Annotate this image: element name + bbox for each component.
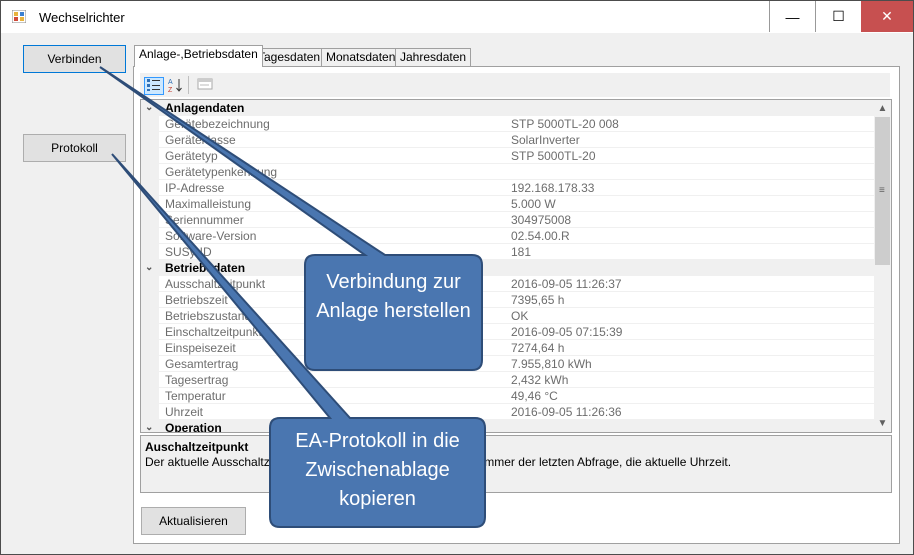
property-row[interactable]: Gerätetyp STP 5000TL-20 <box>141 148 875 164</box>
property-name: Geräteklasse <box>159 132 507 147</box>
property-value[interactable]: OK <box>507 308 875 323</box>
property-value[interactable]: STP 5000TL-20 <box>507 148 875 163</box>
collapse-chevron-icon[interactable]: ⌄ <box>145 260 153 276</box>
category-row-operation[interactable]: ⌄ Operation <box>141 420 874 432</box>
property-name: Betriebszustand <box>159 308 507 323</box>
property-value[interactable]: 2016-09-05 07:15:39 <box>507 324 875 339</box>
toolbar-separator <box>188 76 189 94</box>
help-title: Auschaltzeitpunkt <box>145 440 249 454</box>
property-row[interactable]: Geräteklasse SolarInverter <box>141 132 875 148</box>
client-area: Verbinden Protokoll Anlage-,Betriebsdate… <box>9 33 905 546</box>
property-name: Temperatur <box>159 388 507 403</box>
property-name: Uhrzeit <box>159 404 507 419</box>
property-name: Seriennummer <box>159 212 507 227</box>
property-name: Einschaltzeitpunkt <box>159 324 507 339</box>
tab-panel: AZ ⌄ Anlagendaten Gerätebezeichnung STP 50… <box>133 66 900 544</box>
property-value[interactable]: 2016-09-05 11:26:37 <box>507 276 875 291</box>
property-row[interactable]: Software-Version 02.54.00.R <box>141 228 875 244</box>
property-row[interactable]: Ausschaltzeitpunkt 2016-09-05 11:26:37 <box>141 276 875 292</box>
property-row[interactable]: Einspeisezeit 7274,64 h <box>141 340 875 356</box>
property-name: Maximalleistung <box>159 196 507 211</box>
property-name: Betriebszeit <box>159 292 507 307</box>
collapse-chevron-icon[interactable]: ⌄ <box>145 420 153 432</box>
scroll-thumb[interactable]: ≡ <box>875 117 890 265</box>
categorized-view-icon[interactable] <box>144 77 164 95</box>
app-icon <box>11 9 27 24</box>
vertical-scrollbar[interactable]: ▲ ≡ ▼ <box>874 100 891 432</box>
tab-anlage-betriebsdaten[interactable]: Anlage-,Betriebsdaten <box>134 45 263 67</box>
scroll-up-icon[interactable]: ▲ <box>874 100 891 117</box>
property-name: Tagesertrag <box>159 372 507 387</box>
property-value[interactable]: 192.168.178.33 <box>507 180 875 195</box>
property-grid-toolbar: AZ <box>140 73 890 97</box>
property-row[interactable]: Betriebszeit 7395,65 h <box>141 292 875 308</box>
alphabetical-sort-icon[interactable]: AZ <box>166 77 184 94</box>
scroll-down-icon[interactable]: ▼ <box>874 415 891 432</box>
property-name: Software-Version <box>159 228 507 243</box>
property-name: Gerätetyp <box>159 148 507 163</box>
property-value[interactable]: 7.955,810 kWh <box>507 356 875 371</box>
minimize-icon: — <box>785 8 800 25</box>
property-value[interactable]: 181 <box>507 244 875 259</box>
property-value[interactable]: STP 5000TL-20 008 <box>507 116 875 131</box>
tab-monatsdaten[interactable]: Monatsdaten <box>321 48 401 66</box>
property-value[interactable]: 304975008 <box>507 212 875 227</box>
property-name: Gesamtertrag <box>159 356 507 371</box>
tab-tagesdaten[interactable]: Tagesdaten <box>253 48 326 66</box>
property-row[interactable]: Gerätebezeichnung STP 5000TL-20 008 <box>141 116 875 132</box>
property-name: Gerätetypenkennung <box>159 164 507 179</box>
main-window: Wechselrichter — ☐ ✕ Verbinden Protokoll… <box>0 0 914 555</box>
connect-button[interactable]: Verbinden <box>23 45 126 73</box>
property-name: SUSy-ID <box>159 244 507 259</box>
property-name: Gerätebezeichnung <box>159 116 507 131</box>
property-name: Einspeisezeit <box>159 340 507 355</box>
category-row-anlagendaten[interactable]: ⌄ Anlagendaten <box>141 100 874 116</box>
property-row[interactable]: SUSy-ID 181 <box>141 244 875 260</box>
title-bar[interactable]: Wechselrichter — ☐ ✕ <box>1 1 913 33</box>
property-row[interactable]: Einschaltzeitpunkt 2016-09-05 07:15:39 <box>141 324 875 340</box>
property-row[interactable]: Temperatur 49,46 °C <box>141 388 875 404</box>
maximize-icon: ☐ <box>832 8 845 24</box>
property-value[interactable]: 5.000 W <box>507 196 875 211</box>
collapse-chevron-icon[interactable]: ⌄ <box>145 100 153 116</box>
update-button[interactable]: Aktualisieren <box>141 507 246 535</box>
close-icon: ✕ <box>881 8 893 24</box>
property-value[interactable]: 7395,65 h <box>507 292 875 307</box>
property-pages-icon[interactable] <box>196 77 214 93</box>
property-row[interactable]: Tagesertrag 2,432 kWh <box>141 372 875 388</box>
property-value[interactable]: 7274,64 h <box>507 340 875 355</box>
property-row[interactable]: Betriebszustand OK <box>141 308 875 324</box>
property-row[interactable]: Gesamtertrag 7.955,810 kWh <box>141 356 875 372</box>
property-value[interactable]: 2016-09-05 11:26:36 <box>507 404 875 419</box>
property-row[interactable]: Maximalleistung 5.000 W <box>141 196 875 212</box>
grip-icon: ≡ <box>879 185 885 196</box>
property-row[interactable]: Seriennummer 304975008 <box>141 212 875 228</box>
maximize-button[interactable]: ☐ <box>815 1 861 32</box>
property-value[interactable]: 49,46 °C <box>507 388 875 403</box>
property-name: Ausschaltzeitpunkt <box>159 276 507 291</box>
minimize-button[interactable]: — <box>769 1 815 32</box>
property-row[interactable]: Uhrzeit 2016-09-05 11:26:36 <box>141 404 875 420</box>
help-panel: Auschaltzeitpunkt Der aktuelle Ausschalt… <box>140 435 892 493</box>
property-name: IP-Adresse <box>159 180 507 195</box>
protocol-button[interactable]: Protokoll <box>23 134 126 162</box>
close-button[interactable]: ✕ <box>861 1 913 32</box>
property-row[interactable]: Gerätetypenkennung <box>141 164 875 180</box>
property-row[interactable]: IP-Adresse 192.168.178.33 <box>141 180 875 196</box>
svg-text:Z: Z <box>168 87 173 93</box>
svg-text:A: A <box>168 79 173 86</box>
tab-jahresdaten[interactable]: Jahresdaten <box>395 48 472 66</box>
category-row-betriebsdaten[interactable]: ⌄ Betriebsdaten <box>141 260 874 276</box>
property-value[interactable]: 02.54.00.R <box>507 228 875 243</box>
help-description: Der aktuelle Ausschaltzeitpunkt des Wech… <box>145 455 732 469</box>
window-title: Wechselrichter <box>39 10 125 25</box>
property-value[interactable] <box>507 164 875 179</box>
property-value[interactable]: 2,432 kWh <box>507 372 875 387</box>
property-grid[interactable]: ⌄ Anlagendaten Gerätebezeichnung STP 5000T… <box>140 99 892 433</box>
property-value[interactable]: SolarInverter <box>507 132 875 147</box>
